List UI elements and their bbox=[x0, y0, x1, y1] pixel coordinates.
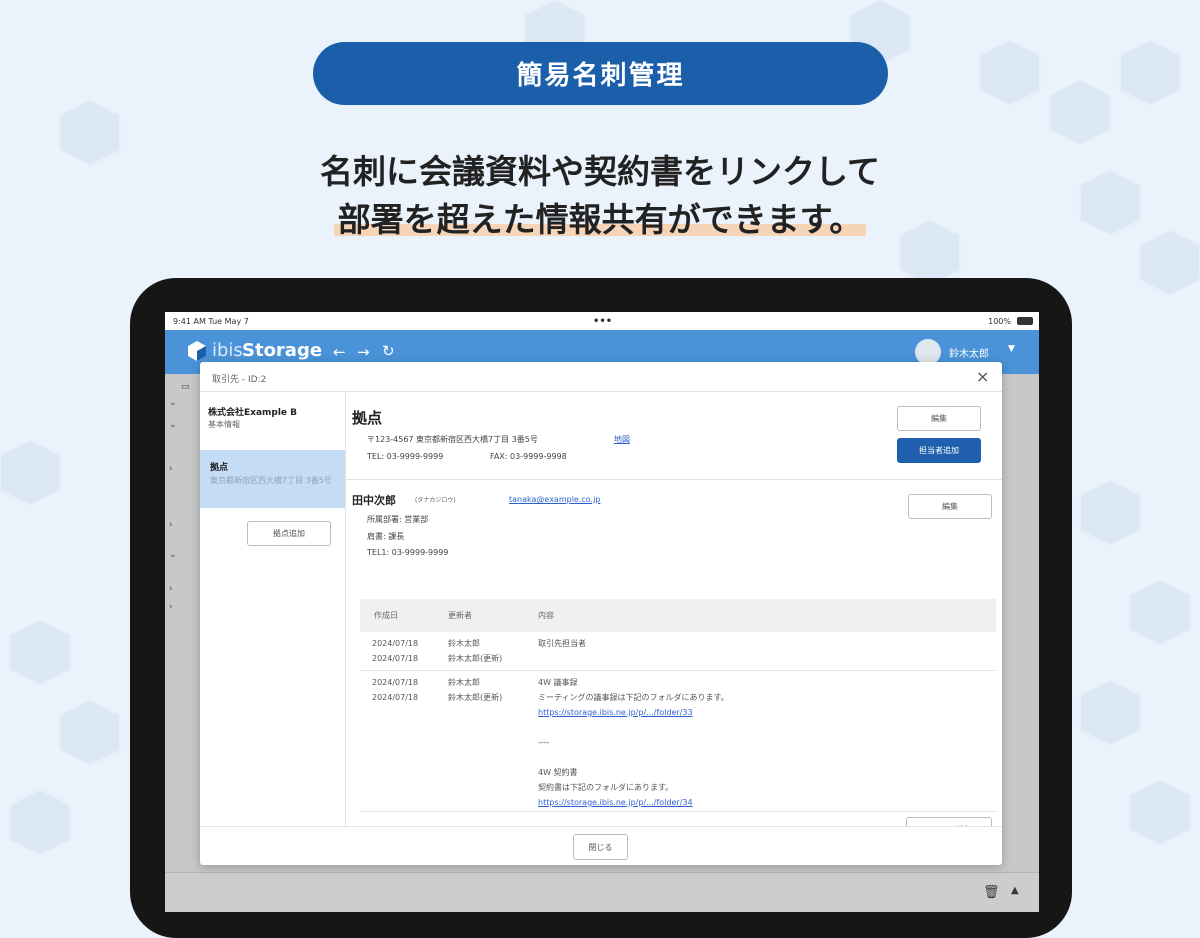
branch-title: 拠点 bbox=[210, 463, 229, 473]
person-email-link[interactable]: tanaka@example.co.jp bbox=[509, 495, 600, 504]
row-content: 取引先担当者 bbox=[538, 639, 586, 648]
branch-postal-address: 〒123-4567 東京都新宿区西大橋7丁目 3番5号 bbox=[367, 435, 538, 444]
sidebar-item-branch[interactable]: 拠点 東京都新宿区西大橋7丁目 3番5号 bbox=[200, 450, 345, 508]
dialog-title: 取引先 - ID:2 bbox=[212, 375, 267, 385]
headline-line-1: 名刺に会議資料や契約書をリンクして bbox=[319, 152, 880, 191]
edit-person-button[interactable]: 編集 bbox=[908, 494, 992, 519]
headline-line-2: 部署を超えた情報共有ができます。 bbox=[333, 200, 867, 239]
refresh-icon[interactable]: ↻ bbox=[382, 342, 395, 360]
add-comment-button[interactable]: コメント追加 bbox=[906, 817, 992, 826]
sidebar-item-company[interactable]: 株式会社Example B 基本情報 bbox=[200, 397, 345, 437]
user-name[interactable]: 鈴木太郎 bbox=[949, 345, 989, 360]
column-header: 内容 bbox=[538, 611, 554, 620]
logo-icon bbox=[187, 340, 207, 362]
column-header: 更新者 bbox=[448, 611, 472, 620]
back-arrow-icon[interactable]: ← bbox=[333, 343, 346, 361]
dialog-main: 拠点 〒123-4567 東京都新宿区西大橋7丁目 3番5号 地図 TEL: 0… bbox=[346, 391, 1002, 826]
status-time: 9:41 AM Tue May 7 bbox=[173, 316, 249, 326]
logo-text: Storage bbox=[242, 340, 323, 361]
battery-icon bbox=[1017, 317, 1033, 325]
add-person-button[interactable]: 担当者追加 bbox=[897, 438, 981, 463]
divider bbox=[346, 479, 1002, 480]
row-users: 鈴木太郎 鈴木太郎(更新) bbox=[448, 678, 503, 702]
branch-fax: FAX: 03-9999-9998 bbox=[490, 452, 567, 461]
company-name: 株式会社Example B bbox=[208, 408, 298, 418]
person-tel: TEL1: 03-9999-9999 bbox=[367, 548, 449, 557]
forward-arrow-icon[interactable]: → bbox=[357, 343, 370, 361]
row-users: 鈴木太郎 鈴木太郎(更新) bbox=[448, 639, 503, 663]
add-branch-button[interactable]: 拠点追加 bbox=[247, 521, 331, 546]
status-battery: 100% bbox=[988, 316, 1011, 326]
branch-tel: TEL: 03-9999-9999 bbox=[367, 452, 444, 461]
person-department: 所属部署: 営業部 bbox=[367, 515, 429, 524]
branch-heading: 拠点 bbox=[352, 409, 383, 427]
user-menu-caret-icon[interactable]: ▼ bbox=[1008, 344, 1015, 354]
business-partner-dialog: 取引先 - ID:2 × 株式会社Example B 基本情報 拠点 東京都新宿… bbox=[200, 362, 1002, 865]
branch-address: 東京都新宿区西大橋7丁目 3番5号 bbox=[210, 476, 332, 485]
feature-banner: 簡易名刺管理 bbox=[313, 42, 888, 105]
folder-link[interactable]: https://storage.ibis.ne.jp/p/.../folder/… bbox=[538, 795, 978, 810]
row-dates: 2024/07/18 2024/07/18 bbox=[372, 639, 419, 663]
dialog-footer: 閉じる bbox=[200, 826, 1002, 866]
person-name: 田中次郎 bbox=[352, 494, 396, 507]
table-row: 2024/07/18 2024/07/18 鈴木太郎 鈴木太郎(更新) 取引先担… bbox=[360, 632, 996, 670]
banner-title: 簡易名刺管理 bbox=[516, 61, 685, 91]
logo-prefix: ibis bbox=[212, 340, 243, 361]
status-dots: ••• bbox=[593, 315, 613, 327]
person-kana: (タナカジロウ) bbox=[415, 497, 456, 504]
comments-table-header: 作成日 更新者 内容 bbox=[360, 599, 996, 632]
close-dialog-button[interactable]: 閉じる bbox=[573, 834, 628, 860]
map-link[interactable]: 地図 bbox=[614, 434, 630, 445]
headline: 名刺に会議資料や契約書をリンクして 部署を超えた情報共有ができます。 bbox=[0, 148, 1200, 244]
company-subtitle: 基本情報 bbox=[208, 420, 240, 429]
person-title: 肩書: 課長 bbox=[367, 532, 405, 541]
edit-branch-button[interactable]: 編集 bbox=[897, 406, 981, 431]
row-content: 4W 議事録 ミーティングの議事録は下記のフォルダにあります。 https://… bbox=[538, 675, 978, 810]
row-dates: 2024/07/18 2024/07/18 bbox=[372, 678, 419, 702]
column-header: 作成日 bbox=[374, 611, 398, 620]
close-icon[interactable]: × bbox=[976, 367, 989, 386]
dialog-sidebar: 株式会社Example B 基本情報 拠点 東京都新宿区西大橋7丁目 3番5号 … bbox=[200, 391, 346, 826]
status-bar: 9:41 AM Tue May 7 ••• 100% bbox=[165, 312, 1039, 330]
table-row: 2024/07/18 2024/07/18 鈴木太郎 鈴木太郎(更新) 4W 議… bbox=[360, 671, 996, 811]
dialog-header: 取引先 - ID:2 × bbox=[200, 362, 1002, 392]
row-divider bbox=[360, 811, 996, 812]
folder-link[interactable]: https://storage.ibis.ne.jp/p/.../folder/… bbox=[538, 705, 978, 720]
